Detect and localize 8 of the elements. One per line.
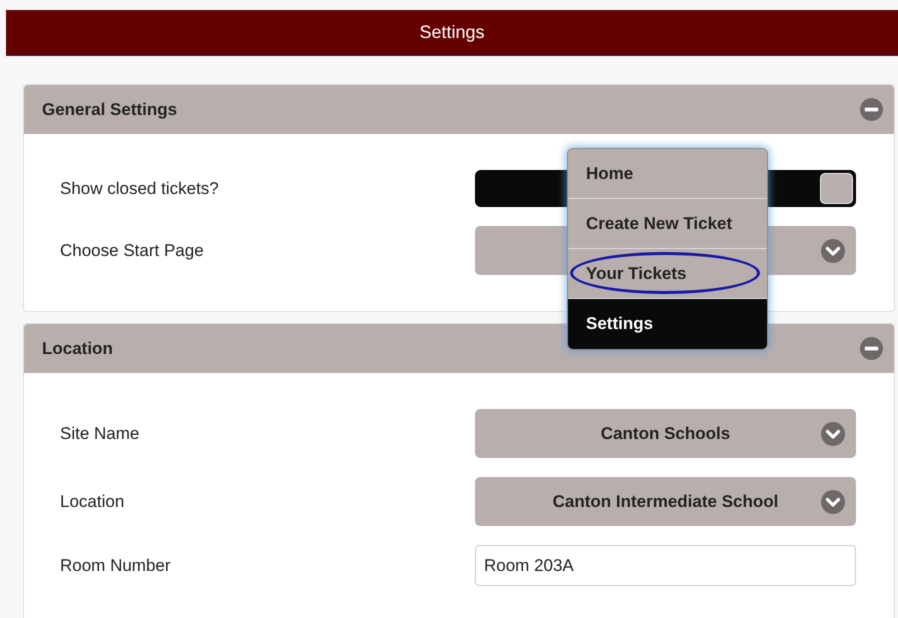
field-label: Choose Start Page bbox=[60, 240, 204, 260]
page-title: Settings bbox=[419, 22, 485, 43]
section-title: General Settings bbox=[42, 100, 178, 120]
field-label: Show closed tickets? bbox=[60, 178, 219, 198]
section-title: Location bbox=[42, 338, 113, 358]
field-label: Site Name bbox=[60, 424, 140, 444]
field-label: Room Number bbox=[60, 556, 171, 576]
field-label: Location bbox=[60, 492, 124, 512]
